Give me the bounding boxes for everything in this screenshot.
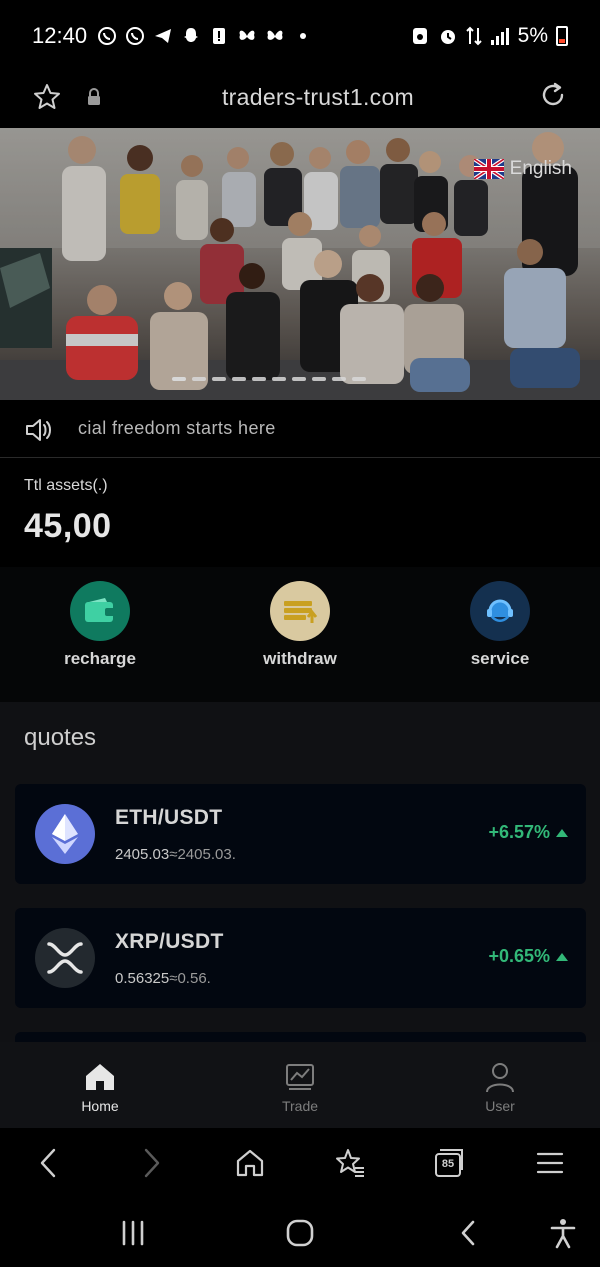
home-browser-icon[interactable] (233, 1146, 267, 1180)
tab-label: User (485, 1098, 515, 1114)
butterfly-icon (239, 30, 255, 40)
hero-banner[interactable]: English (0, 128, 600, 400)
assets-label: Ttl assets(.) (24, 477, 108, 494)
home-button-icon[interactable] (283, 1216, 317, 1250)
accessibility-icon[interactable] (546, 1216, 580, 1250)
quotes-section: quotes ETH/USDT 2405.03≈2405.03. +6.57% … (0, 702, 600, 1042)
carousel-dot[interactable] (272, 377, 286, 381)
up-arrow-icon (556, 952, 568, 961)
carousel-dot[interactable] (172, 377, 186, 381)
battery-percent: 5% (517, 24, 548, 47)
carousel-indicators (172, 377, 366, 381)
xrp-icon (35, 928, 95, 988)
tab-user[interactable]: User (440, 1060, 560, 1114)
tab-label: Home (81, 1098, 119, 1114)
quote-change: +0.65% (488, 946, 568, 967)
headset-icon (470, 581, 530, 641)
system-back-icon[interactable] (452, 1216, 486, 1250)
notification-icons (97, 26, 313, 46)
quotes-title: quotes (24, 724, 97, 751)
announcement-bar[interactable]: cial freedom starts here (0, 400, 600, 458)
speaker-icon (26, 419, 51, 441)
telegram-icon (155, 29, 172, 43)
change-value: +0.65% (488, 946, 550, 966)
price-value: 0.56325 (115, 970, 170, 987)
alert-icon (213, 28, 226, 44)
price-approx: ≈2405.03. (169, 846, 236, 863)
quote-card-next[interactable] (15, 1032, 586, 1042)
system-status: 5% (410, 24, 568, 48)
up-arrow-icon (556, 828, 568, 837)
ethereum-icon (35, 804, 95, 864)
bottom-tab-bar: Home Trade User (0, 1042, 600, 1128)
price-approx: ≈0.56. (169, 970, 211, 987)
tabs-button[interactable]: 85 (432, 1146, 466, 1180)
snapchat-icon (184, 28, 199, 42)
whatsapp-icon (126, 27, 145, 45)
quote-card-eth[interactable]: ETH/USDT 2405.03≈2405.03. +6.57% (15, 784, 586, 884)
withdraw-icon (270, 581, 330, 641)
user-icon (486, 1063, 514, 1093)
quote-price: 2405.03≈2405.03. (115, 846, 236, 863)
carousel-dot[interactable] (292, 377, 306, 381)
carousel-dot[interactable] (312, 377, 326, 381)
wallet-icon (70, 581, 130, 641)
browser-toolbar: 85 (0, 1128, 600, 1198)
quote-pair: ETH/USDT (115, 806, 223, 829)
withdraw-label: withdraw (263, 649, 337, 668)
language-switch[interactable]: English (473, 158, 572, 180)
carousel-dot[interactable] (192, 377, 206, 381)
carousel-dot[interactable] (332, 377, 346, 381)
battery-icon (556, 26, 568, 46)
system-navigation-bar (0, 1198, 600, 1267)
carousel-dot[interactable] (212, 377, 226, 381)
status-bar: 12:40 5% (0, 0, 600, 72)
change-value: +6.57% (488, 822, 550, 842)
recharge-button[interactable]: recharge (30, 581, 170, 669)
url-text[interactable]: traders-trust1.com (0, 84, 600, 111)
browser-url-bar: traders-trust1.com (0, 72, 600, 128)
quote-price: 0.56325≈0.56. (115, 970, 211, 987)
butterfly-icon (267, 30, 283, 40)
recharge-label: recharge (64, 649, 136, 668)
dot-icon (300, 33, 307, 39)
language-label: English (509, 158, 572, 179)
status-time: 12:40 (32, 23, 88, 48)
reload-icon[interactable] (538, 80, 568, 110)
tab-trade[interactable]: Trade (240, 1060, 360, 1114)
price-value: 2405.03 (115, 846, 170, 863)
alarm-icon (440, 30, 455, 44)
bookmarks-icon[interactable] (333, 1146, 367, 1180)
tab-count: 85 (441, 1158, 455, 1170)
service-button[interactable]: service (430, 581, 570, 669)
back-icon[interactable] (32, 1146, 66, 1180)
menu-icon[interactable] (533, 1146, 567, 1180)
service-label: service (470, 649, 530, 668)
assets-panel: Ttl assets(.) 45,00 (0, 459, 600, 567)
quote-card-xrp[interactable]: XRP/USDT 0.56325≈0.56. +0.65% (15, 908, 586, 1008)
tab-label: Trade (281, 1098, 319, 1114)
carousel-dot[interactable] (232, 377, 246, 381)
quote-pair: XRP/USDT (115, 930, 224, 953)
quote-change: +6.57% (488, 822, 568, 843)
whatsapp-icon (98, 27, 117, 45)
quick-actions: recharge withdraw service (0, 567, 600, 702)
announcement-text: cial freedom starts here (78, 418, 276, 438)
signal-icon (490, 28, 509, 45)
withdraw-button[interactable]: withdraw (230, 581, 370, 669)
chart-icon (286, 1064, 314, 1090)
recycle-icon (412, 28, 427, 44)
tab-home[interactable]: Home (40, 1060, 160, 1114)
data-arrows-icon (465, 26, 482, 46)
carousel-dot[interactable] (352, 377, 366, 381)
uk-flag-icon (473, 159, 504, 179)
home-icon (86, 1064, 114, 1090)
forward-icon[interactable] (134, 1146, 168, 1180)
assets-value: 45,00 (24, 507, 112, 545)
recent-apps-icon[interactable] (116, 1216, 150, 1250)
carousel-dot[interactable] (252, 377, 266, 381)
